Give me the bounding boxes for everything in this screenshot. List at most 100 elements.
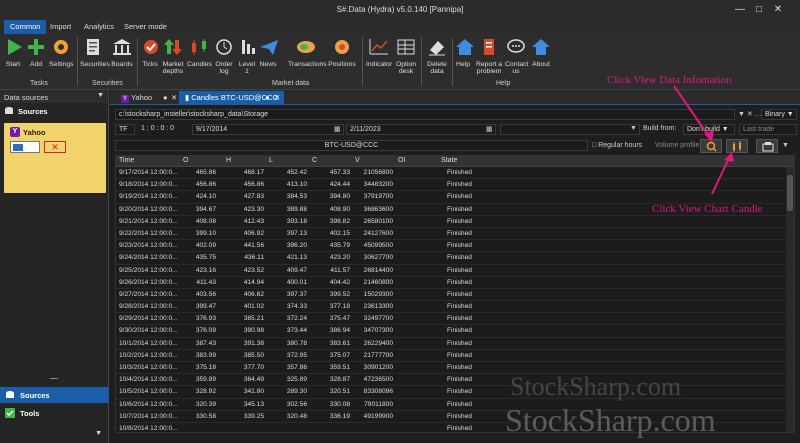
help-button[interactable]: Help: [454, 37, 474, 68]
empty-select[interactable]: [500, 124, 640, 135]
table-row[interactable]: 10/2/2014 12:00:0... 383.99 385.50 372.95 37…: [116, 350, 794, 362]
tab-analytics[interactable]: Analytics: [78, 20, 120, 34]
table-cell: 435.75: [195, 254, 216, 262]
sidebar-item-sources[interactable]: Sources: [0, 387, 109, 403]
export-button[interactable]: [756, 139, 778, 153]
chevron-down-icon[interactable]: ▼: [782, 142, 789, 149]
calendar-icon[interactable]: ▦: [486, 125, 493, 133]
table-row[interactable]: 10/3/2014 12:00:0... 375.18 377.70 357.86 35…: [116, 362, 794, 375]
table-row[interactable]: 9/18/2014 12:00:0... 456.86 456.86 413.10 42…: [116, 179, 794, 192]
delete-data-button[interactable]: Delete data: [424, 37, 450, 75]
clock-icon: [216, 39, 232, 55]
table-cell: 397.13: [286, 229, 307, 237]
col-low[interactable]: L: [269, 157, 273, 164]
col-volume[interactable]: V: [355, 157, 360, 164]
start-button[interactable]: Start: [3, 37, 23, 68]
table-cell: Finished: [447, 364, 472, 371]
table-row[interactable]: 9/23/2014 12:00:0... 402.09 441.56 396.20 43…: [116, 240, 794, 253]
pin-icon[interactable]: ▼: [97, 92, 104, 99]
maximize-button[interactable]: □: [752, 3, 766, 17]
table-row[interactable]: 9/21/2014 12:00:0... 408.08 412.43 393.18 39…: [116, 216, 794, 228]
table-row[interactable]: 9/19/2014 12:00:0... 424.10 427.83 384.53 39…: [116, 191, 794, 204]
table-cell: 385.50: [243, 351, 264, 359]
securities-button[interactable]: Securities: [80, 37, 110, 68]
market-depths-button[interactable]: Market depths: [161, 37, 185, 75]
add-button[interactable]: Add: [25, 37, 47, 68]
regular-hours-checkbox[interactable]: □ Regular hours: [592, 142, 642, 149]
close-icon[interactable]: ✕: [171, 91, 177, 104]
minimize-button[interactable]: —: [733, 3, 747, 17]
pin-icon[interactable]: ●: [265, 91, 270, 104]
candles-button[interactable]: Candles: [187, 37, 212, 68]
table-row[interactable]: 10/4/2014 12:00:0... 359.89 364.49 325.89 32…: [116, 374, 794, 387]
table-row[interactable]: 9/30/2014 12:00:0... 376.09 390.98 373.44 38…: [116, 325, 794, 338]
source-card-yahoo[interactable]: Y Yahoo ✕: [4, 123, 106, 193]
table-row[interactable]: 9/25/2014 12:00:0... 423.16 423.52 409.47 41…: [116, 265, 794, 277]
vertical-scrollbar[interactable]: [786, 167, 794, 432]
doc-tab-candles[interactable]: ▮ Candles BTC-USD@CCC ● ✕: [179, 91, 284, 104]
table-cell: Finished: [447, 278, 472, 286]
storage-path-input[interactable]: c:\stocksharp_insteller\stocksharp_data\…: [115, 109, 735, 120]
close-icon[interactable]: ✕: [274, 91, 280, 104]
about-button[interactable]: About: [529, 37, 553, 68]
table-cell: 320.48: [286, 412, 307, 420]
table-row[interactable]: 9/27/2014 12:00:0... 403.56 406.62 397.37 39…: [116, 289, 794, 302]
table-cell: 336.19: [329, 412, 350, 420]
enable-toggle[interactable]: [10, 141, 40, 153]
table-cell: 26229400: [363, 339, 393, 347]
col-open[interactable]: O: [183, 157, 188, 164]
tab-import[interactable]: Import: [44, 20, 77, 34]
col-close[interactable]: C: [312, 157, 317, 164]
timeframe-input[interactable]: 1 : 0 : 0 : 0: [138, 124, 188, 135]
from-date-input[interactable]: 9/17/2014: [192, 124, 344, 135]
table-row[interactable]: 9/29/2014 12:00:0... 376.93 385.21 372.24 37…: [116, 313, 794, 326]
level1-button[interactable]: Level 1: [237, 37, 257, 75]
remove-source-button[interactable]: ✕: [44, 141, 66, 153]
transactions-button[interactable]: Transactions: [288, 37, 327, 68]
sidebar-item-tools[interactable]: Tools: [0, 405, 109, 421]
col-oi[interactable]: OI: [398, 157, 405, 164]
chevron-down-icon[interactable]: ▼: [95, 430, 102, 437]
chevron-down-icon[interactable]: ▼: [630, 125, 637, 132]
report-problem-button[interactable]: Report a problem: [474, 37, 504, 75]
indicator-button[interactable]: Indicator: [366, 37, 392, 68]
splitter-handle[interactable]: [50, 378, 58, 379]
settings-button[interactable]: Settings: [49, 37, 74, 68]
table-row[interactable]: 10/1/2014 12:00:0... 387.43 391.38 380.78 38…: [116, 338, 794, 350]
table-row[interactable]: 9/17/2014 12:00:0... 465.86 468.17 452.42 45…: [116, 167, 794, 180]
table-cell: 10/4/2014 12:00:0...: [119, 376, 178, 384]
contact-us-button[interactable]: Contact us: [505, 37, 528, 75]
table-row[interactable]: 9/28/2014 12:00:0... 399.47 401.02 374.33 37…: [116, 301, 794, 314]
ticks-button[interactable]: Ticks: [140, 37, 160, 68]
pin-icon[interactable]: ●: [163, 91, 168, 104]
option-desk-button[interactable]: Option desk: [394, 37, 418, 75]
last-trade-select[interactable]: Last trade: [739, 124, 797, 135]
table-cell: 10/8/2014 12:00:0...: [119, 424, 178, 432]
col-high[interactable]: H: [226, 157, 231, 164]
calendar-icon[interactable]: ▦: [334, 125, 341, 133]
close-button[interactable]: ✕: [771, 3, 785, 17]
path-dropdown-icon[interactable]: ▼ ✕ …: [738, 110, 762, 118]
table-cell: 320.39: [195, 400, 216, 408]
table-row[interactable]: 9/26/2014 12:00:0... 411.43 414.94 400.01 40…: [116, 277, 794, 289]
col-state[interactable]: State: [441, 157, 457, 164]
order-log-button[interactable]: Order log: [213, 37, 235, 75]
tf-select[interactable]: TF: [115, 124, 135, 135]
security-input[interactable]: BTC-USD@CCC: [115, 140, 588, 151]
table-cell: 408.90: [329, 205, 350, 213]
col-time[interactable]: Time: [119, 157, 134, 164]
to-date-input[interactable]: 2/11/2023: [346, 124, 496, 135]
news-button[interactable]: News: [258, 37, 278, 68]
table-row[interactable]: 10/5/2014 12:00:0... 328.92 341.80 289.30 32…: [116, 386, 794, 399]
tab-server-mode[interactable]: Server mode: [118, 20, 173, 34]
table-row[interactable]: 9/22/2014 12:00:0... 399.10 406.92 397.13 40…: [116, 228, 794, 241]
boards-button[interactable]: Boards: [110, 37, 134, 68]
table-cell: 9/22/2014 12:00:0...: [119, 229, 178, 237]
format-select[interactable]: Binary ▼: [761, 109, 797, 120]
positions-button[interactable]: Positions: [328, 37, 356, 68]
table-row[interactable]: 9/24/2014 12:00:0... 435.75 436.11 421.13 42…: [116, 252, 794, 265]
watermark-logo: StockSharp.com: [510, 372, 682, 401]
table-cell: 10/2/2014 12:00:0...: [119, 351, 178, 359]
tab-common[interactable]: Common: [4, 20, 47, 34]
doc-tab-yahoo[interactable]: Y Yahoo ● ✕: [115, 91, 177, 104]
